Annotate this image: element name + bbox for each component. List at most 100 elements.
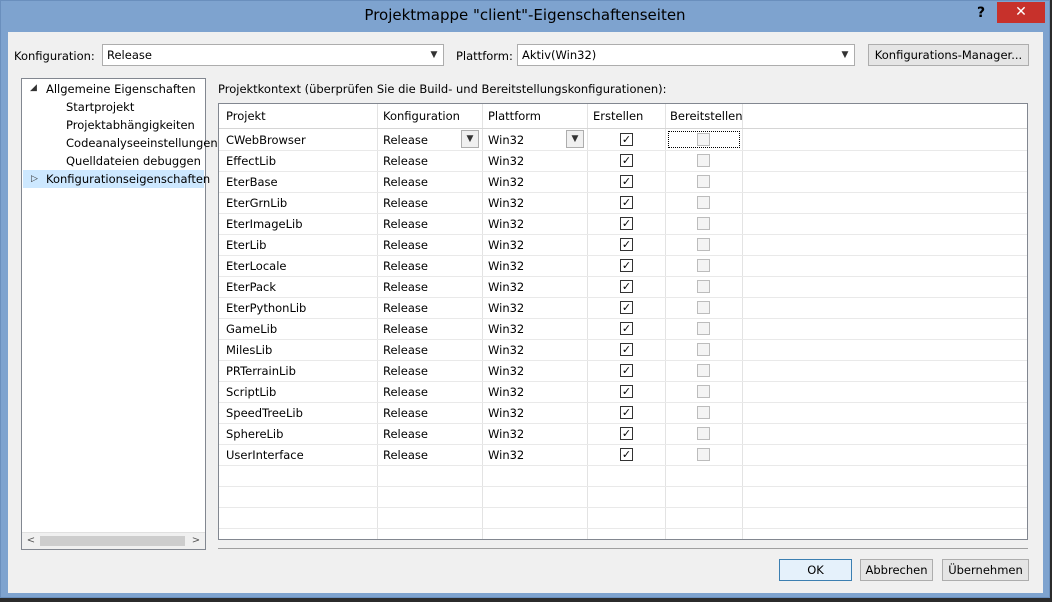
build-checkbox[interactable]: ✓ bbox=[620, 175, 633, 188]
configuration-cell[interactable]: Release bbox=[383, 280, 428, 294]
platform-cell[interactable]: Win32 bbox=[488, 322, 524, 336]
column-header-deploy[interactable]: Bereitstellen bbox=[670, 109, 743, 123]
column-header-project[interactable]: Projekt bbox=[226, 109, 266, 123]
configuration-cell[interactable]: Release bbox=[383, 175, 428, 189]
project-name-cell: EterLocale bbox=[226, 259, 287, 273]
window-title: Projektmappe "client"-Eigenschaftenseite… bbox=[364, 6, 686, 24]
deploy-checkbox bbox=[697, 385, 710, 398]
cancel-button[interactable]: Abbrechen bbox=[860, 559, 933, 581]
separator-line bbox=[218, 548, 1028, 549]
configuration-cell[interactable]: Release bbox=[383, 217, 428, 231]
configuration-cell[interactable]: Release bbox=[383, 322, 428, 336]
apply-button[interactable]: Übernehmen bbox=[942, 559, 1029, 581]
project-name-cell: EterPythonLib bbox=[226, 301, 307, 315]
scrollbar-thumb[interactable] bbox=[40, 536, 185, 546]
configuration-cell[interactable]: Release bbox=[383, 364, 428, 378]
configuration-manager-button[interactable]: Konfigurations-Manager... bbox=[868, 44, 1029, 66]
configuration-cell[interactable]: Release bbox=[383, 238, 428, 252]
platform-cell[interactable]: Win32 bbox=[488, 280, 524, 294]
platform-cell[interactable]: Win32 bbox=[488, 133, 524, 147]
platform-cell[interactable]: Win32 bbox=[488, 175, 524, 189]
platform-cell[interactable]: Win32 bbox=[488, 385, 524, 399]
deploy-checkbox bbox=[697, 427, 710, 440]
build-checkbox[interactable]: ✓ bbox=[620, 196, 633, 209]
build-checkbox[interactable]: ✓ bbox=[620, 133, 633, 146]
platform-cell[interactable]: Win32 bbox=[488, 154, 524, 168]
configuration-cell[interactable]: Release bbox=[383, 196, 428, 210]
tree-item-startup-project[interactable]: Startprojekt bbox=[66, 98, 134, 116]
configuration-cell[interactable]: Release bbox=[383, 301, 428, 315]
configuration-cell[interactable]: Release bbox=[383, 385, 428, 399]
build-checkbox[interactable]: ✓ bbox=[620, 238, 633, 251]
build-checkbox[interactable]: ✓ bbox=[620, 217, 633, 230]
build-checkbox[interactable]: ✓ bbox=[620, 301, 633, 314]
column-header-build[interactable]: Erstellen bbox=[593, 109, 643, 123]
project-name-cell: EterImageLib bbox=[226, 217, 303, 231]
deploy-checkbox bbox=[697, 448, 710, 461]
deploy-checkbox bbox=[697, 175, 710, 188]
column-header-platform[interactable]: Plattform bbox=[488, 109, 541, 123]
tree-item-project-dependencies[interactable]: Projektabhängigkeiten bbox=[66, 116, 195, 134]
configuration-cell[interactable]: Release bbox=[383, 154, 428, 168]
close-button[interactable]: ✕ bbox=[997, 2, 1045, 23]
platform-select[interactable]: Aktiv(Win32) ▼ bbox=[517, 44, 855, 66]
deploy-checkbox bbox=[697, 301, 710, 314]
scroll-right-icon[interactable]: > bbox=[188, 533, 204, 549]
build-checkbox[interactable]: ✓ bbox=[620, 385, 633, 398]
configuration-select-value: Release bbox=[107, 48, 152, 62]
configuration-cell[interactable]: Release bbox=[383, 259, 428, 273]
build-checkbox[interactable]: ✓ bbox=[620, 259, 633, 272]
column-header-configuration[interactable]: Konfiguration bbox=[383, 109, 460, 123]
configuration-cell[interactable]: Release bbox=[383, 133, 428, 147]
chevron-down-icon[interactable]: ▼ bbox=[461, 130, 479, 148]
tree-horizontal-scrollbar[interactable]: < > bbox=[22, 532, 205, 549]
platform-cell[interactable]: Win32 bbox=[488, 343, 524, 357]
chevron-down-icon[interactable]: ▼ bbox=[566, 130, 584, 148]
project-name-cell: MilesLib bbox=[226, 343, 273, 357]
configuration-cell[interactable]: Release bbox=[383, 427, 428, 441]
platform-cell[interactable]: Win32 bbox=[488, 448, 524, 462]
configuration-label: Konfiguration: bbox=[14, 49, 95, 63]
expand-triangle-icon[interactable]: ◢ bbox=[30, 83, 37, 93]
tree-item-debug-source-files[interactable]: Quelldateien debuggen bbox=[66, 152, 201, 170]
build-checkbox[interactable]: ✓ bbox=[620, 364, 633, 377]
tree-item-configuration-properties[interactable]: Konfigurationseigenschaften bbox=[23, 170, 210, 188]
build-checkbox[interactable]: ✓ bbox=[620, 427, 633, 440]
platform-cell[interactable]: Win32 bbox=[488, 217, 524, 231]
deploy-checkbox bbox=[697, 196, 710, 209]
help-button[interactable]: ? bbox=[971, 3, 991, 23]
platform-cell[interactable]: Win32 bbox=[488, 301, 524, 315]
focus-rectangle bbox=[668, 131, 740, 148]
configuration-cell[interactable]: Release bbox=[383, 448, 428, 462]
platform-cell[interactable]: Win32 bbox=[488, 364, 524, 378]
build-checkbox[interactable]: ✓ bbox=[620, 154, 633, 167]
project-context-label: Projektkontext (überprüfen Sie die Build… bbox=[218, 82, 667, 96]
platform-cell[interactable]: Win32 bbox=[488, 427, 524, 441]
build-checkbox[interactable]: ✓ bbox=[620, 406, 633, 419]
build-checkbox[interactable]: ✓ bbox=[620, 448, 633, 461]
platform-cell[interactable]: Win32 bbox=[488, 259, 524, 273]
chevron-down-icon: ▼ bbox=[430, 50, 438, 60]
platform-label: Plattform: bbox=[456, 49, 513, 63]
tree-item-general-properties[interactable]: Allgemeine Eigenschaften bbox=[46, 80, 196, 98]
deploy-checkbox bbox=[697, 238, 710, 251]
configuration-cell[interactable]: Release bbox=[383, 406, 428, 420]
configuration-cell[interactable]: Release bbox=[383, 343, 428, 357]
project-name-cell: EterLib bbox=[226, 238, 267, 252]
dialog-window: Projektmappe "client"-Eigenschaftenseite… bbox=[0, 0, 1050, 598]
build-checkbox[interactable]: ✓ bbox=[620, 322, 633, 335]
project-name-cell: EterGrnLib bbox=[226, 196, 288, 210]
platform-cell[interactable]: Win32 bbox=[488, 238, 524, 252]
ok-button[interactable]: OK bbox=[779, 559, 852, 581]
dialog-client-area: Konfiguration: Release ▼ Plattform: Akti… bbox=[8, 32, 1043, 593]
scroll-left-icon[interactable]: < bbox=[23, 533, 39, 549]
collapsed-triangle-icon[interactable]: ▷ bbox=[31, 174, 38, 184]
title-bar[interactable]: Projektmappe "client"-Eigenschaftenseite… bbox=[1, 1, 1049, 31]
configuration-select[interactable]: Release ▼ bbox=[102, 44, 444, 66]
build-checkbox[interactable]: ✓ bbox=[620, 343, 633, 356]
platform-cell[interactable]: Win32 bbox=[488, 196, 524, 210]
deploy-checkbox bbox=[697, 154, 710, 167]
tree-item-code-analysis-settings[interactable]: Codeanalyseeinstellungen bbox=[66, 134, 218, 152]
platform-cell[interactable]: Win32 bbox=[488, 406, 524, 420]
build-checkbox[interactable]: ✓ bbox=[620, 280, 633, 293]
